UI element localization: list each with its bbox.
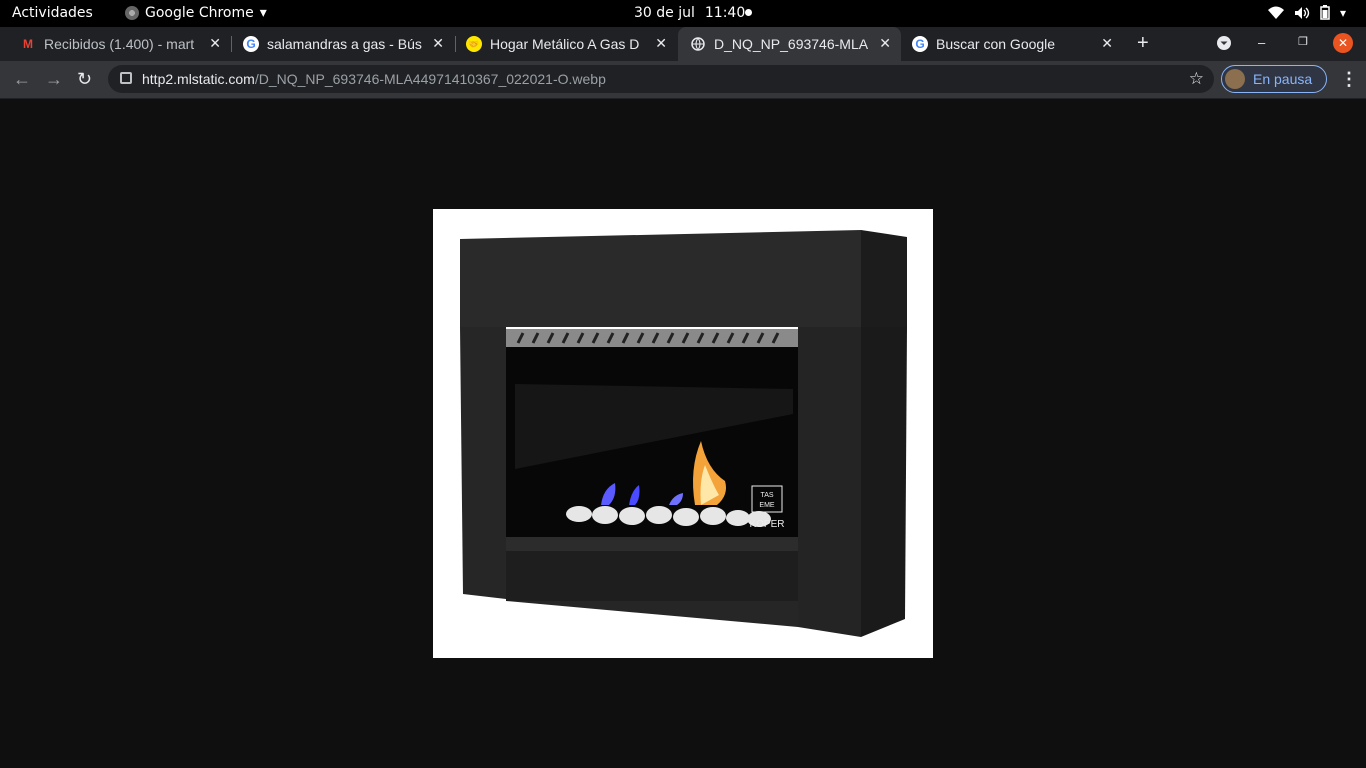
close-icon[interactable]: ✕ xyxy=(209,35,221,52)
browser-toolbar: ← → ↻ http2.mlstatic.com/D_NQ_NP_693746-… xyxy=(0,61,1366,99)
activities-button[interactable]: Actividades xyxy=(12,5,93,21)
close-icon[interactable]: ✕ xyxy=(1101,35,1113,52)
bookmark-star-icon[interactable]: ☆ xyxy=(1189,69,1204,89)
profile-label: En pausa xyxy=(1253,71,1313,87)
tab-title: Recibidos (1.400) - mart xyxy=(44,36,195,52)
wifi-icon xyxy=(1267,6,1284,19)
address-bar[interactable]: http2.mlstatic.com/D_NQ_NP_693746-MLA449… xyxy=(108,65,1214,93)
forward-arrow-icon[interactable]: → xyxy=(45,69,63,90)
restore-icon[interactable]: ❐ xyxy=(1298,35,1308,48)
kebab-menu-icon[interactable]: ⋮ xyxy=(1340,69,1358,90)
chevron-down-icon: ▾ xyxy=(1339,5,1346,20)
volume-icon xyxy=(1294,6,1310,19)
tab-buscar-google[interactable]: G Buscar con Google ✕ xyxy=(892,27,1123,61)
tab-search-icon[interactable] xyxy=(1216,35,1232,54)
notification-dot-icon xyxy=(745,9,752,16)
brand-line-1: TAS xyxy=(760,492,773,499)
reload-icon[interactable]: ↻ xyxy=(77,69,92,90)
lock-icon[interactable] xyxy=(120,72,132,84)
back-arrow-icon[interactable]: ← xyxy=(13,69,31,90)
gmail-icon: M xyxy=(23,37,33,51)
chevron-down-icon: ▾ xyxy=(259,5,267,21)
avatar xyxy=(1225,69,1245,89)
system-tray[interactable]: ▾ xyxy=(1267,5,1346,20)
google-icon: G xyxy=(243,36,259,52)
close-icon[interactable]: ✕ xyxy=(432,35,444,52)
close-icon[interactable]: ✕ xyxy=(655,35,667,52)
brand-line-3: KOPER xyxy=(749,519,784,530)
app-menu-label: Google Chrome xyxy=(145,5,254,21)
new-tab-button[interactable]: + xyxy=(1137,32,1149,55)
url-host: http2.mlstatic.com xyxy=(142,71,255,87)
brand-line-2: EME xyxy=(759,502,775,509)
google-icon: G xyxy=(912,36,928,52)
image-viewer: TAS EME KOPER xyxy=(0,99,1366,768)
product-image[interactable]: TAS EME KOPER xyxy=(433,209,933,658)
tab-google-search[interactable]: G salamandras a gas - Bús ✕ xyxy=(223,27,454,61)
close-icon[interactable]: ✕ xyxy=(879,35,891,52)
profile-button[interactable]: En pausa xyxy=(1221,65,1327,93)
url-text[interactable]: http2.mlstatic.com/D_NQ_NP_693746-MLA449… xyxy=(142,71,606,87)
tab-mercadolibre[interactable]: 🤝 Hogar Metálico A Gas D ✕ xyxy=(446,27,677,61)
fireplace-illustration: TAS EME KOPER xyxy=(460,230,907,637)
system-top-bar: Actividades Google Chrome ▾ 30 de jul 11… xyxy=(0,0,1366,27)
tab-image-active[interactable]: D_NQ_NP_693746-MLA ✕ xyxy=(678,27,901,61)
close-window-button[interactable]: ✕ xyxy=(1333,33,1353,53)
url-path: /D_NQ_NP_693746-MLA44971410367_022021-O.… xyxy=(254,71,606,87)
tab-title: D_NQ_NP_693746-MLA xyxy=(714,36,869,52)
clock-date: 30 de jul xyxy=(634,5,695,21)
app-menu[interactable]: Google Chrome ▾ xyxy=(125,5,267,21)
clock-time: 11:40 xyxy=(704,5,746,21)
globe-icon xyxy=(690,36,706,52)
tab-strip: M Recibidos (1.400) - mart ✕ G salamandr… xyxy=(0,27,1366,61)
minimize-icon[interactable]: ‒ xyxy=(1258,35,1265,50)
battery-icon xyxy=(1320,5,1330,20)
tab-title: Hogar Metálico A Gas D xyxy=(490,36,640,52)
tab-gmail[interactable]: M Recibidos (1.400) - mart ✕ xyxy=(0,27,231,61)
chrome-icon xyxy=(125,6,139,20)
tab-title: salamandras a gas - Bús xyxy=(267,36,422,52)
clock[interactable]: 30 de jul 11:40 xyxy=(634,5,745,21)
tab-title: Buscar con Google xyxy=(936,36,1056,52)
mercadolibre-icon: 🤝 xyxy=(466,36,482,52)
